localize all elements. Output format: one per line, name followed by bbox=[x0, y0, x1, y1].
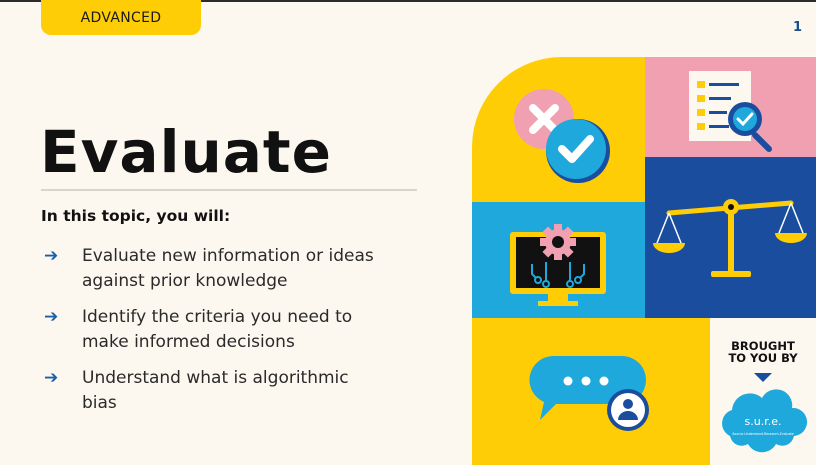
list-item-text: Understand what is algorithmic bias bbox=[82, 368, 349, 413]
scales-icon bbox=[653, 199, 807, 277]
arrow-icon: ➔ bbox=[44, 368, 59, 388]
scales-tile bbox=[645, 157, 816, 318]
sure-logo-text: s.u.r.e. bbox=[745, 415, 782, 428]
objectives-list: ➔ Evaluate new information or ideas agai… bbox=[44, 244, 424, 427]
cross-check-icon bbox=[514, 89, 610, 183]
sure-logo-icon: s.u.r.e. Source-Understand-Research-Eval… bbox=[722, 389, 808, 453]
title-divider bbox=[41, 189, 417, 191]
list-item: ➔ Understand what is algorithmic bias bbox=[44, 366, 424, 416]
checklist-magnifier-icon bbox=[689, 71, 772, 152]
page-number: 1 bbox=[792, 20, 802, 35]
monitor-gear-icon bbox=[510, 224, 606, 306]
sure-logo-subtext: Source-Understand-Research-Evaluate bbox=[732, 432, 794, 436]
monitor-tile bbox=[472, 202, 645, 318]
cross-check-tile bbox=[472, 57, 645, 202]
sponsor-panel: BROUGHT TO YOU BY s.u.r.e. Source-Unders… bbox=[710, 318, 816, 465]
page-title: Evaluate bbox=[40, 118, 332, 186]
list-item: ➔ Identify the criteria you need to make… bbox=[44, 305, 424, 355]
list-item-text: Evaluate new information or ideas agains… bbox=[82, 246, 374, 291]
topic-subheading: In this topic, you will: bbox=[41, 207, 231, 225]
checklist-tile bbox=[645, 57, 816, 157]
list-item: ➔ Evaluate new information or ideas agai… bbox=[44, 244, 424, 294]
illustration-grid: BROUGHT TO YOU BY s.u.r.e. Source-Unders… bbox=[472, 57, 816, 465]
list-item-text: Identify the criteria you need to make i… bbox=[82, 307, 353, 352]
arrow-icon: ➔ bbox=[44, 307, 59, 327]
chat-tile bbox=[472, 318, 710, 465]
arrow-icon: ➔ bbox=[44, 246, 59, 266]
level-badge: ADVANCED bbox=[41, 0, 201, 35]
chat-user-icon bbox=[529, 356, 649, 431]
